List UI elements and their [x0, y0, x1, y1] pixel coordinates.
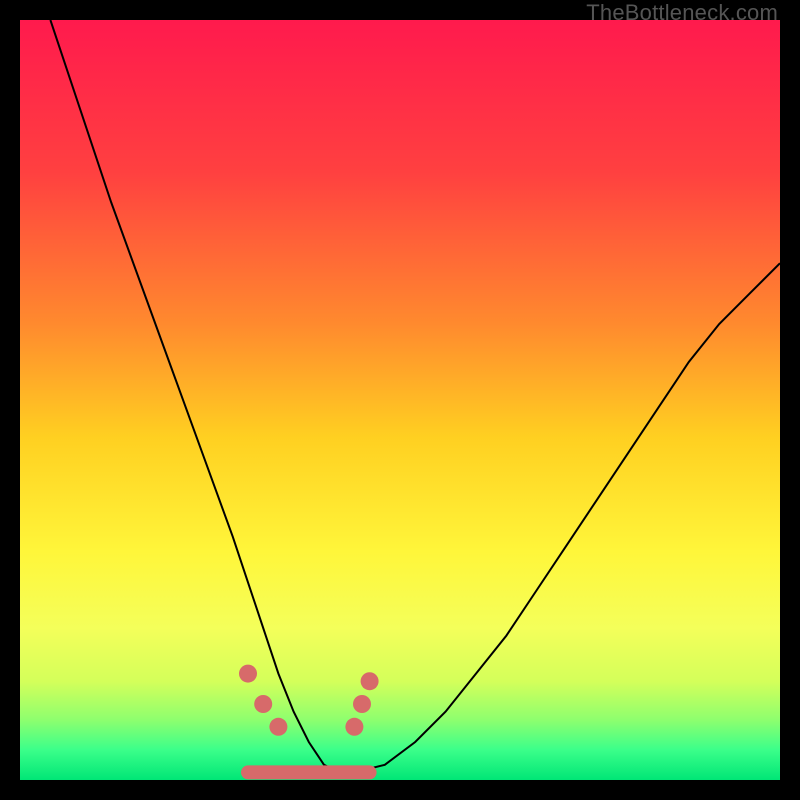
bottleneck-chart [20, 20, 780, 780]
gradient-background [20, 20, 780, 780]
watermark-text: TheBottleneck.com [586, 0, 778, 26]
trough-marker [239, 665, 257, 683]
trough-marker [361, 672, 379, 690]
trough-marker [269, 718, 287, 736]
trough-marker [345, 718, 363, 736]
trough-marker [254, 695, 272, 713]
chart-frame [20, 20, 780, 780]
trough-marker [353, 695, 371, 713]
